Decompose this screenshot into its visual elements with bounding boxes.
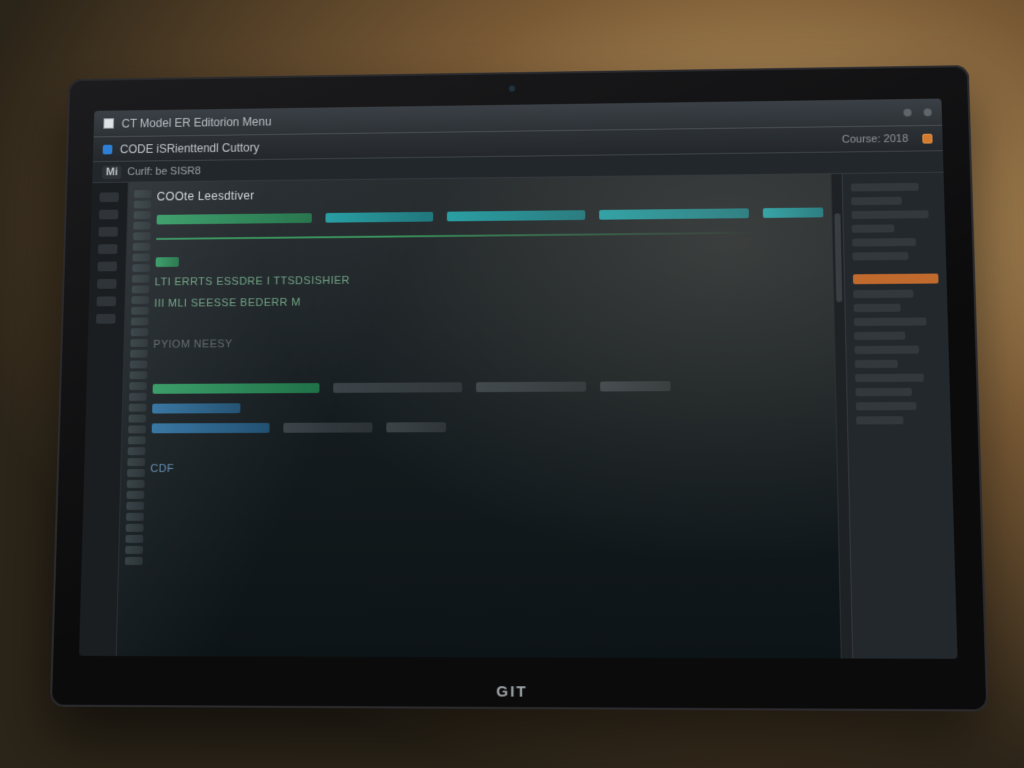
sidebar-item[interactable] xyxy=(99,210,118,220)
sidebar-item[interactable] xyxy=(99,227,119,237)
main-area: COOte Leesdtiver xyxy=(79,173,957,659)
subbar-text: Curlf: be SISR8 xyxy=(127,165,201,177)
code-label: III MLI SEESSE BEDERR M xyxy=(154,292,825,309)
code-line xyxy=(152,400,827,413)
subbar-badge: Mi xyxy=(102,165,122,179)
code-line xyxy=(152,380,826,394)
laptop-brand: GIT xyxy=(496,683,528,701)
status-text: Course: 2018 xyxy=(842,133,909,146)
tab-label[interactable]: CODE iSRienttendl Cuttory xyxy=(120,140,260,155)
code-label: LTI ERRTS ESSDRE I TTSDSISHIER xyxy=(155,271,825,289)
scrollbar-thumb[interactable] xyxy=(834,213,843,302)
code-label: CDF xyxy=(150,461,828,475)
code-editor[interactable]: COOte Leesdtiver xyxy=(116,174,840,658)
window-control-icon[interactable] xyxy=(103,118,114,129)
sidebar-item[interactable] xyxy=(97,279,117,289)
sidebar-item[interactable] xyxy=(98,262,118,272)
sidebar-item[interactable] xyxy=(100,192,119,202)
code-label: PYIOM NEESY xyxy=(153,334,825,350)
screen: CT Model ER Editorion Menu CODE iSRientt… xyxy=(79,99,957,659)
sidebar-item[interactable] xyxy=(96,314,116,324)
titlebar-indicator-icon xyxy=(924,108,932,116)
titlebar-indicator-icon xyxy=(903,108,911,116)
marker-icon[interactable] xyxy=(853,274,938,285)
right-outline-pane[interactable] xyxy=(842,173,958,659)
editor-heading: COOte Leesdtiver xyxy=(157,182,823,203)
warning-badge-icon[interactable] xyxy=(922,133,932,143)
file-type-icon xyxy=(103,144,113,154)
window-title: CT Model ER Editorion Menu xyxy=(121,114,271,129)
code-column[interactable]: COOte Leesdtiver xyxy=(144,174,840,658)
code-line xyxy=(155,251,824,267)
webcam-icon xyxy=(507,84,517,94)
screen-bezel: CT Model ER Editorion Menu CODE iSRientt… xyxy=(50,65,989,711)
code-line xyxy=(156,207,823,224)
horizontal-rule xyxy=(156,231,823,240)
sidebar-item[interactable] xyxy=(97,296,117,306)
laptop-frame: CT Model ER Editorion Menu CODE iSRientt… xyxy=(50,65,989,711)
sidebar-item[interactable] xyxy=(98,244,118,254)
code-line xyxy=(151,421,827,434)
left-sidebar[interactable] xyxy=(79,183,128,656)
